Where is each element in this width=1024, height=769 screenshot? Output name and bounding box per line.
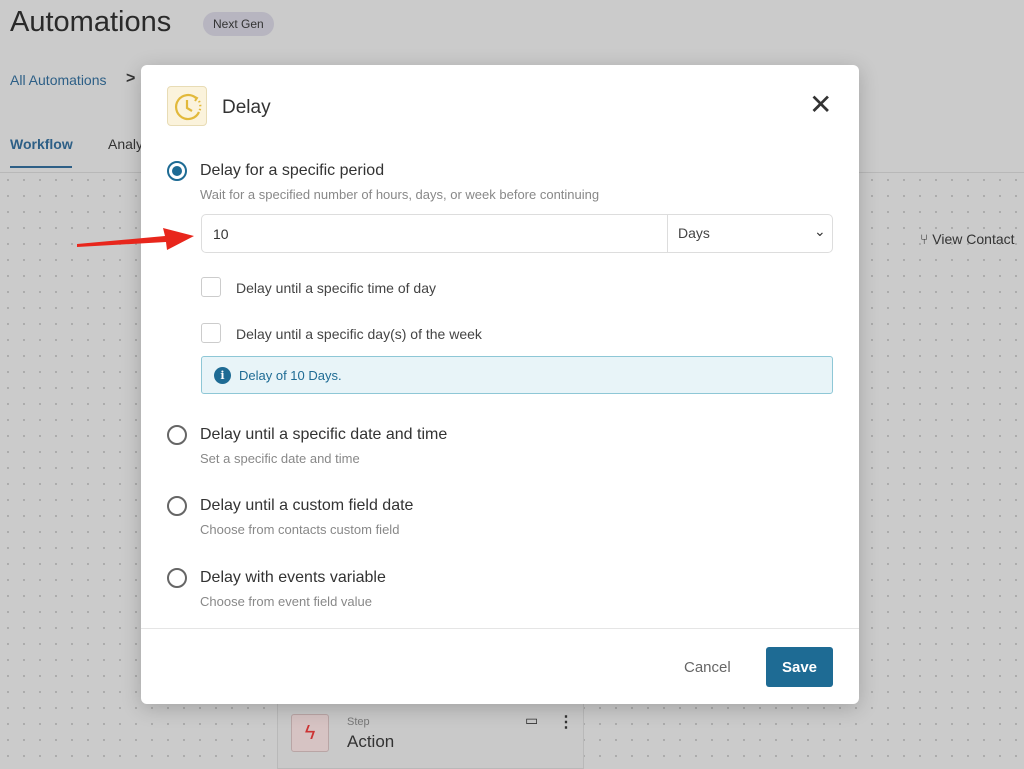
option-label: Delay until a specific date and time	[200, 426, 448, 443]
delay-amount-input[interactable]	[202, 215, 668, 252]
chevron-right-icon: >	[126, 70, 136, 87]
close-icon[interactable]: ✕	[809, 91, 832, 119]
radio-events-variable[interactable]	[167, 568, 187, 588]
delay-unit-select[interactable]: Days	[678, 225, 710, 241]
tab-workflow[interactable]: Workflow	[10, 136, 73, 168]
clock-icon	[167, 86, 207, 126]
checkbox-day-of-week[interactable]	[201, 323, 221, 343]
option-label: Delay until a custom field date	[200, 497, 414, 514]
option-label: Delay with events variable	[200, 569, 386, 586]
info-text: Delay of 10 Days.	[239, 368, 342, 383]
footer-divider	[141, 628, 859, 629]
page-title: Automations	[10, 6, 172, 38]
save-button[interactable]: Save	[766, 647, 833, 687]
info-icon: i	[214, 367, 231, 384]
info-banner: i Delay of 10 Days.	[201, 356, 833, 394]
comment-icon[interactable]: ▭	[525, 712, 538, 729]
chevron-down-icon[interactable]: ⌄	[814, 223, 826, 240]
checkbox-time-of-day[interactable]	[201, 277, 221, 297]
checkbox-label: Delay until a specific day(s) of the wee…	[236, 326, 482, 342]
option-desc: Choose from event field value	[200, 594, 372, 609]
tab-analytics[interactable]: Analy	[108, 136, 143, 152]
step-label: Step	[347, 716, 370, 728]
option-desc: Wait for a specified number of hours, da…	[200, 187, 600, 202]
radio-custom-field[interactable]	[167, 496, 187, 516]
radio-date-time[interactable]	[167, 425, 187, 445]
branch-icon: ⑂	[920, 231, 933, 247]
red-arrow-annotation	[77, 228, 194, 250]
step-card[interactable]: ϟ Step Action ▭ ⋮	[277, 704, 584, 769]
view-contacts-button[interactable]: ⑂ View Contact	[920, 231, 1015, 247]
delay-modal: Delay ✕ Delay for a specific period Wait…	[141, 65, 859, 704]
step-name: Action	[347, 732, 395, 751]
option-desc: Set a specific date and time	[200, 451, 360, 466]
modal-title: Delay	[222, 97, 271, 118]
cancel-button[interactable]: Cancel	[684, 659, 731, 676]
option-label: Delay for a specific period	[200, 162, 385, 179]
checkbox-label: Delay until a specific time of day	[236, 280, 436, 296]
next-gen-badge: Next Gen	[203, 12, 274, 36]
breadcrumb-all-automations[interactable]: All Automations	[10, 72, 107, 88]
lightning-icon: ϟ	[291, 714, 329, 752]
radio-specific-period[interactable]	[167, 161, 187, 181]
more-options-icon[interactable]: ⋮	[558, 712, 574, 732]
option-desc: Choose from contacts custom field	[200, 522, 400, 537]
delay-amount-group: Days ⌄	[201, 214, 833, 253]
